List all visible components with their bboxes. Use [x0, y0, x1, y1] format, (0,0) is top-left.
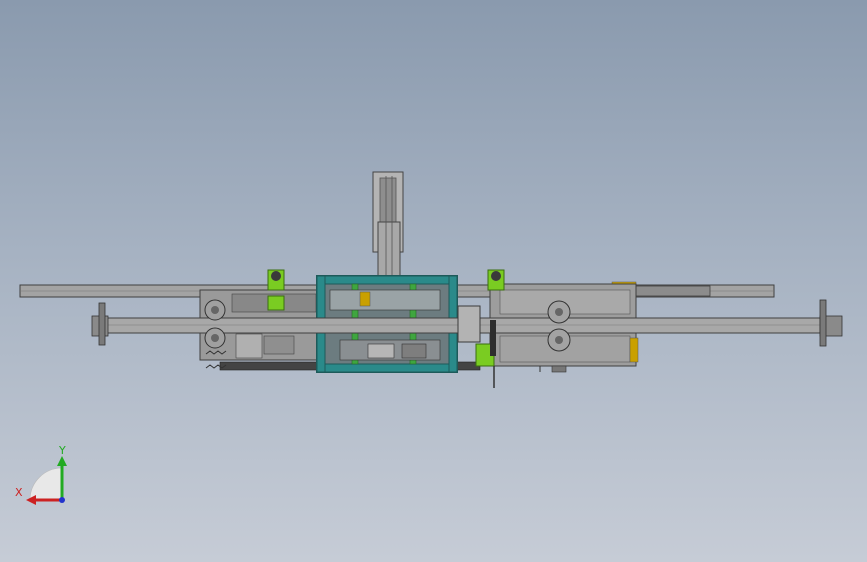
assembly-drawing[interactable]: Y X [0, 0, 867, 562]
vertical-mast [372, 171, 404, 281]
y-axis-label: Y [58, 444, 66, 457]
z-axis-dot [59, 497, 65, 503]
cad-viewport[interactable]: Y X [0, 0, 867, 562]
x-axis-label: X [15, 486, 23, 499]
axis-triad: Y X [15, 444, 67, 505]
y-axis-arrowhead [57, 456, 67, 466]
